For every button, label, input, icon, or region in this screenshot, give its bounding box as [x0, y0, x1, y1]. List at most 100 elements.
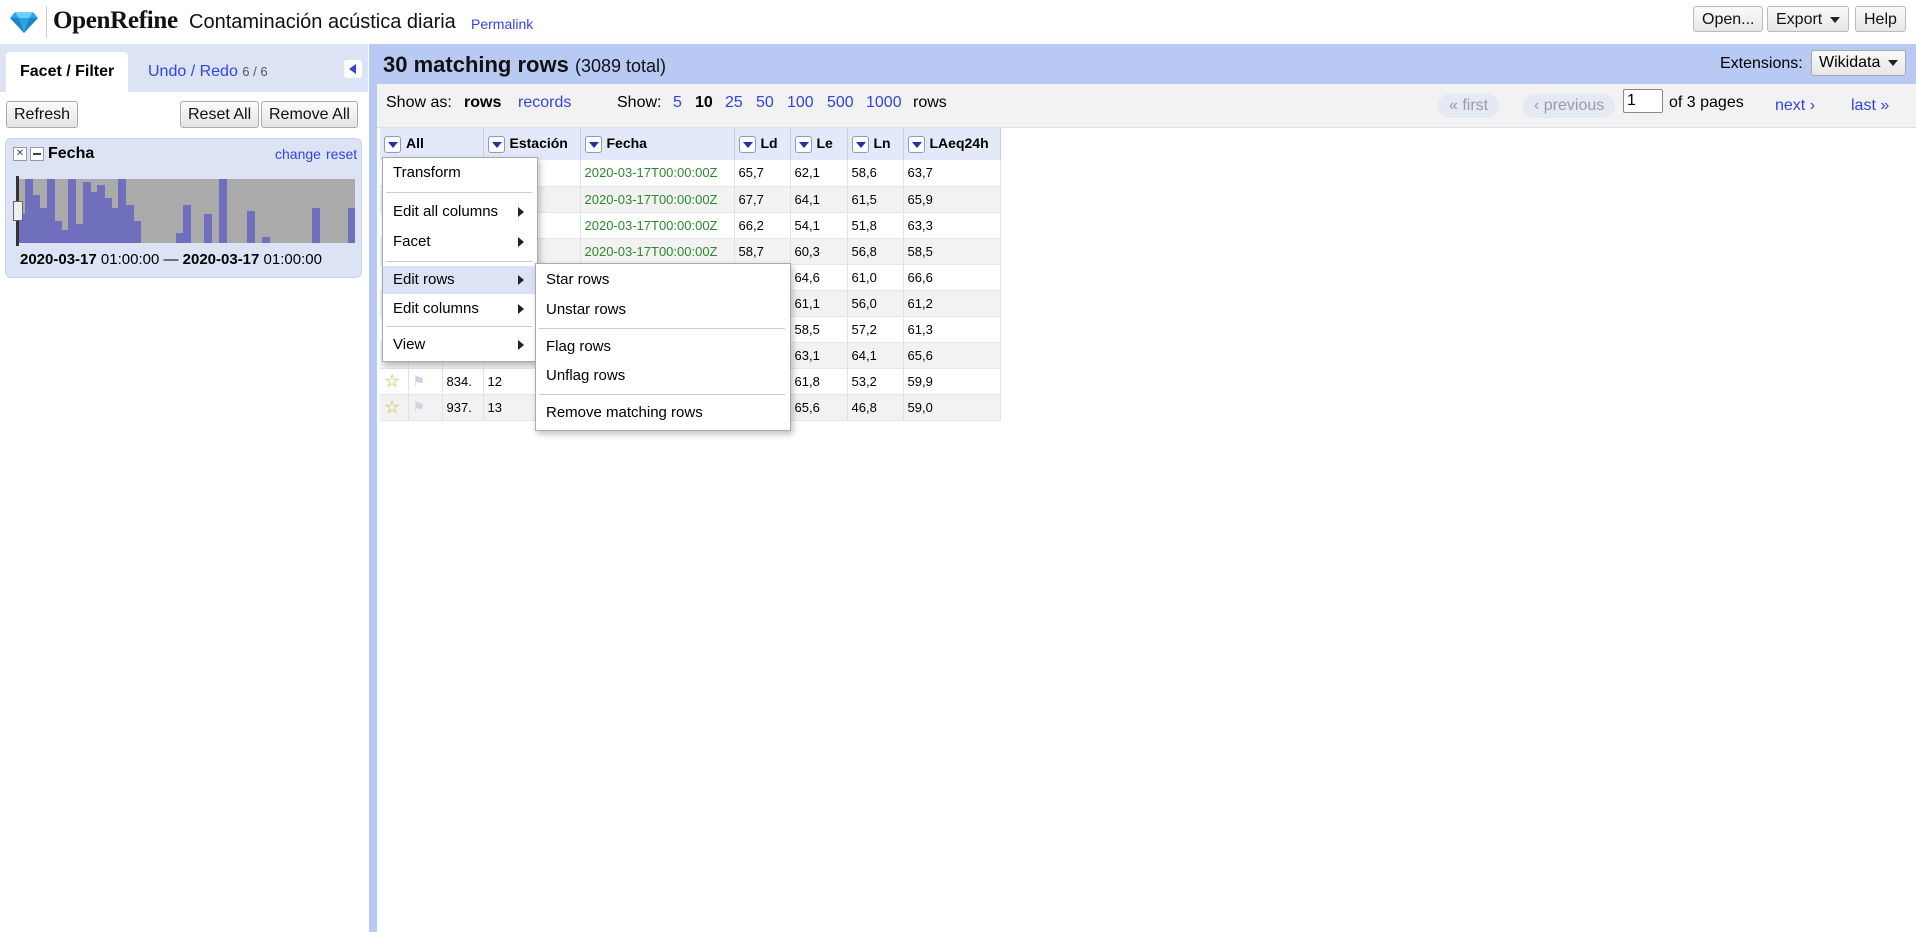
le-cell[interactable]: 65,6 — [790, 394, 848, 421]
le-cell[interactable]: 61,1 — [790, 290, 848, 317]
le-cell[interactable]: 54,1 — [790, 212, 848, 239]
project-title[interactable]: Contaminación acústica diaria — [189, 11, 456, 34]
permalink-link[interactable]: Permalink — [471, 16, 533, 32]
page-size-100[interactable]: 100 — [787, 94, 814, 112]
menu-item-view[interactable]: View — [383, 331, 535, 359]
column-menu-icon[interactable] — [584, 135, 602, 153]
ld-cell[interactable]: 67,7 — [734, 186, 791, 213]
laeq24h-cell[interactable]: 61,3 — [903, 316, 1001, 343]
page-size-500[interactable]: 500 — [827, 94, 854, 112]
wikidata-button[interactable]: Wikidata — [1811, 50, 1906, 76]
range-slider-handle[interactable] — [13, 201, 23, 221]
panel-splitter[interactable] — [369, 44, 377, 932]
menu-item-unflag-rows[interactable]: Unflag rows — [536, 362, 788, 390]
ln-cell[interactable]: 57,2 — [847, 316, 904, 343]
remove-all-button[interactable]: Remove All — [261, 101, 358, 128]
facet-histogram[interactable] — [18, 179, 355, 243]
le-cell[interactable]: 61,8 — [790, 368, 848, 395]
row-number-cell[interactable]: 834. — [442, 368, 484, 395]
laeq24h-cell[interactable]: 63,7 — [903, 160, 1001, 187]
close-facet-icon[interactable]: ✕ — [13, 147, 27, 161]
laeq24h-cell[interactable]: 65,9 — [903, 186, 1001, 213]
le-cell[interactable]: 62,1 — [790, 160, 848, 187]
collapse-panel-icon[interactable] — [344, 60, 362, 78]
ln-cell[interactable]: 61,5 — [847, 186, 904, 213]
col-header-le[interactable]: Le — [790, 128, 848, 160]
ln-cell[interactable]: 61,0 — [847, 264, 904, 291]
page-size-25[interactable]: 25 — [725, 94, 743, 112]
ln-cell[interactable]: 58,6 — [847, 160, 904, 187]
column-menu-icon[interactable] — [384, 135, 401, 153]
page-number-input[interactable] — [1623, 89, 1663, 113]
star-icon[interactable]: ☆ — [380, 394, 409, 421]
column-menu-icon[interactable] — [851, 135, 869, 153]
tab-facet-filter[interactable]: Facet / Filter — [6, 52, 129, 92]
menu-item-edit-all-columns[interactable]: Edit all columns — [383, 198, 535, 226]
le-cell[interactable]: 63,1 — [790, 342, 848, 369]
ln-cell[interactable]: 64,1 — [847, 342, 904, 369]
ln-cell[interactable]: 46,8 — [847, 394, 904, 421]
ln-cell[interactable]: 56,0 — [847, 290, 904, 317]
col-header-ld[interactable]: Ld — [734, 128, 791, 160]
col-header-all[interactable]: All — [380, 128, 484, 160]
records-mode-link[interactable]: records — [518, 94, 571, 112]
fecha-cell[interactable]: 2020-03-17T00:00:00Z — [580, 238, 735, 265]
col-header-laeq24h[interactable]: LAeq24h — [903, 128, 1001, 160]
menu-item-star-rows[interactable]: Star rows — [536, 266, 788, 294]
open-button[interactable]: Open... — [1693, 6, 1764, 32]
fecha-cell[interactable]: 2020-03-17T00:00:00Z — [580, 186, 735, 213]
flag-icon[interactable]: ⚑ — [408, 394, 443, 421]
ld-cell[interactable]: 66,2 — [734, 212, 791, 239]
refresh-button[interactable]: Refresh — [6, 101, 79, 128]
ln-cell[interactable]: 51,8 — [847, 212, 904, 239]
export-button[interactable]: Export — [1767, 6, 1849, 32]
column-menu-icon[interactable] — [487, 135, 505, 153]
laeq24h-cell[interactable]: 61,2 — [903, 290, 1001, 317]
col-header-fecha[interactable]: Fecha — [580, 128, 735, 160]
menu-item-facet[interactable]: Facet — [383, 228, 535, 256]
menu-item-unstar-rows[interactable]: Unstar rows — [536, 296, 788, 324]
menu-item-edit-columns[interactable]: Edit columns — [383, 295, 535, 323]
le-cell[interactable]: 64,6 — [790, 264, 848, 291]
ld-cell[interactable]: 65,7 — [734, 160, 791, 187]
menu-item-flag-rows[interactable]: Flag rows — [536, 333, 788, 361]
laeq24h-cell[interactable]: 59,0 — [903, 394, 1001, 421]
minimize-facet-icon[interactable] — [30, 147, 44, 161]
laeq24h-cell[interactable]: 58,5 — [903, 238, 1001, 265]
column-menu-icon[interactable] — [907, 135, 925, 153]
le-cell[interactable]: 58,5 — [790, 316, 848, 343]
reset-all-button[interactable]: Reset All — [180, 101, 260, 128]
openrefine-diamond-icon[interactable] — [10, 11, 38, 33]
facet-change-link[interactable]: change — [275, 146, 321, 162]
ln-cell[interactable]: 53,2 — [847, 368, 904, 395]
previous-page-link[interactable]: ‹ previous — [1523, 94, 1616, 118]
laeq24h-cell[interactable]: 63,3 — [903, 212, 1001, 239]
col-header-ln[interactable]: Ln — [847, 128, 904, 160]
page-size-10[interactable]: 10 — [695, 94, 713, 112]
page-size-1000[interactable]: 1000 — [866, 94, 902, 112]
menu-item-transform[interactable]: Transform — [383, 159, 535, 187]
laeq24h-cell[interactable]: 65,6 — [903, 342, 1001, 369]
rows-mode[interactable]: rows — [464, 94, 501, 112]
last-page-link[interactable]: last » — [1840, 94, 1900, 118]
col-header-estacion[interactable]: Estación — [483, 128, 581, 160]
menu-item-remove-matching-rows[interactable]: Remove matching rows — [536, 399, 788, 427]
laeq24h-cell[interactable]: 66,6 — [903, 264, 1001, 291]
openrefine-logo[interactable]: OpenRefine — [53, 7, 178, 35]
row-number-cell[interactable]: 937. — [442, 394, 484, 421]
fecha-cell[interactable]: 2020-03-17T00:00:00Z — [580, 160, 735, 187]
column-menu-icon[interactable] — [738, 135, 756, 153]
laeq24h-cell[interactable]: 59,9 — [903, 368, 1001, 395]
tab-undo-redo[interactable]: Undo / Redo 6 / 6 — [134, 52, 282, 92]
ln-cell[interactable]: 56,8 — [847, 238, 904, 265]
column-menu-icon[interactable] — [794, 135, 812, 153]
fecha-cell[interactable]: 2020-03-17T00:00:00Z — [580, 212, 735, 239]
star-icon[interactable]: ☆ — [380, 368, 409, 395]
flag-icon[interactable]: ⚑ — [408, 368, 443, 395]
help-button[interactable]: Help — [1855, 6, 1906, 32]
facet-reset-link[interactable]: reset — [326, 146, 357, 162]
next-page-link[interactable]: next › — [1764, 94, 1826, 118]
page-size-5[interactable]: 5 — [673, 94, 682, 112]
menu-item-edit-rows[interactable]: Edit rows — [383, 266, 535, 294]
first-page-link[interactable]: « first — [1438, 94, 1500, 118]
